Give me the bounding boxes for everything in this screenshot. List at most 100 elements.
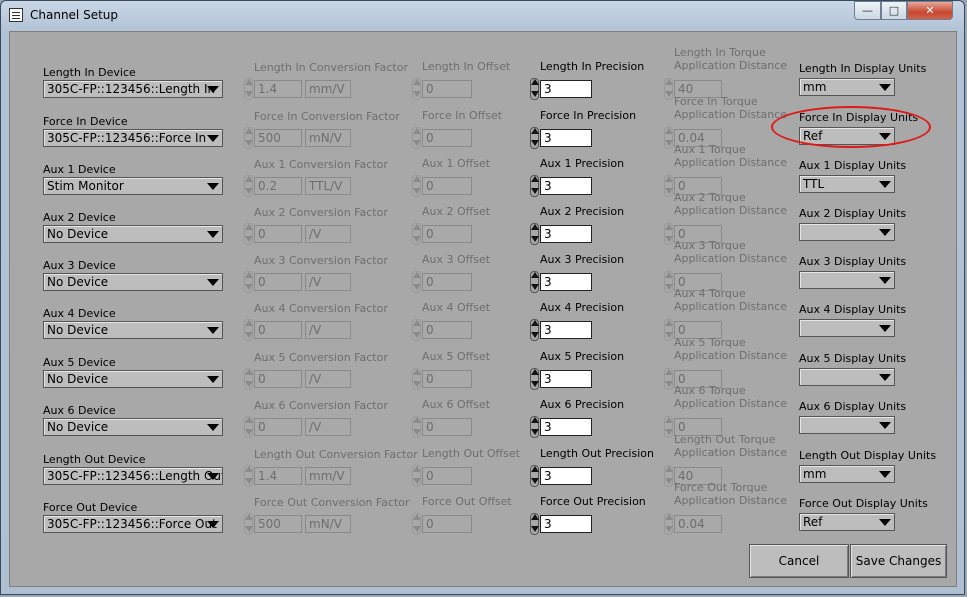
device-dropdown[interactable]: No Device — [43, 321, 223, 339]
spin-up-icon[interactable] — [413, 320, 421, 326]
device-dropdown[interactable]: Stim Monitor — [43, 177, 223, 195]
offset-field[interactable]: 0 — [422, 515, 472, 533]
spinner-arrows[interactable] — [244, 368, 253, 390]
spin-up-icon[interactable] — [245, 320, 253, 326]
spin-down-icon[interactable] — [413, 188, 421, 194]
conversion-factor-field[interactable]: 500 — [254, 129, 302, 147]
spinner-arrows[interactable] — [244, 175, 253, 197]
precision-field[interactable]: 3 — [540, 370, 592, 388]
display-units-dropdown[interactable] — [799, 223, 895, 241]
spinner-arrows[interactable] — [244, 465, 253, 487]
spinner-arrows[interactable] — [664, 78, 673, 100]
title-bar[interactable]: Channel Setup — □ ✕ — [1, 1, 964, 31]
offset-field[interactable]: 0 — [422, 129, 472, 147]
spin-up-icon[interactable] — [413, 79, 421, 85]
spin-up-icon[interactable] — [245, 514, 253, 520]
spin-up-icon[interactable] — [531, 417, 539, 423]
spin-up-icon[interactable] — [531, 514, 539, 520]
spinner-arrows[interactable] — [412, 127, 421, 149]
spin-up-icon[interactable] — [665, 272, 673, 278]
spin-up-icon[interactable] — [245, 128, 253, 134]
spin-down-icon[interactable] — [665, 429, 673, 435]
spin-down-icon[interactable] — [531, 284, 539, 290]
spinner-arrows[interactable] — [412, 513, 421, 535]
spin-down-icon[interactable] — [245, 429, 253, 435]
spinner-arrows[interactable] — [664, 319, 673, 341]
offset-field[interactable]: 0 — [422, 418, 472, 436]
offset-field[interactable]: 0 — [422, 321, 472, 339]
spinner-arrows[interactable] — [244, 78, 253, 100]
precision-field[interactable]: 3 — [540, 321, 592, 339]
spinner-arrows[interactable] — [664, 175, 673, 197]
spin-up-icon[interactable] — [531, 224, 539, 230]
spin-up-icon[interactable] — [531, 176, 539, 182]
precision-field[interactable]: 3 — [540, 225, 592, 243]
device-dropdown[interactable]: No Device — [43, 225, 223, 243]
device-dropdown[interactable]: 305C-FP::123456::Length In — [43, 80, 223, 98]
device-dropdown[interactable]: No Device — [43, 273, 223, 291]
spinner-arrows[interactable] — [244, 513, 253, 535]
spinner-arrows[interactable] — [244, 127, 253, 149]
device-dropdown[interactable]: 305C-FP::123456::Force In — [43, 129, 223, 147]
conversion-factor-field[interactable]: 1.4 — [254, 80, 302, 98]
spinner-arrows[interactable] — [244, 416, 253, 438]
display-units-dropdown[interactable]: Ref — [799, 127, 895, 145]
spin-up-icon[interactable] — [665, 320, 673, 326]
display-units-dropdown[interactable] — [799, 271, 895, 289]
spin-down-icon[interactable] — [665, 478, 673, 484]
conversion-factor-field[interactable]: 0 — [254, 321, 302, 339]
spin-down-icon[interactable] — [531, 478, 539, 484]
spin-up-icon[interactable] — [413, 128, 421, 134]
offset-field[interactable]: 0 — [422, 80, 472, 98]
spinner-arrows[interactable] — [244, 223, 253, 245]
precision-field[interactable]: 3 — [540, 467, 592, 485]
spin-up-icon[interactable] — [665, 369, 673, 375]
spin-down-icon[interactable] — [245, 381, 253, 387]
device-dropdown[interactable]: No Device — [43, 418, 223, 436]
spin-down-icon[interactable] — [531, 332, 539, 338]
spinner-arrows[interactable] — [412, 175, 421, 197]
spin-up-icon[interactable] — [245, 176, 253, 182]
conversion-factor-field[interactable]: 0.2 — [254, 177, 302, 195]
spinner-arrows[interactable] — [412, 465, 421, 487]
spinner-arrows[interactable] — [664, 368, 673, 390]
spin-up-icon[interactable] — [245, 369, 253, 375]
spin-down-icon[interactable] — [531, 429, 539, 435]
display-units-dropdown[interactable]: mm — [799, 465, 895, 483]
spinner-arrows[interactable] — [530, 416, 539, 438]
spin-down-icon[interactable] — [531, 526, 539, 532]
spinner-arrows[interactable] — [664, 416, 673, 438]
spin-down-icon[interactable] — [245, 478, 253, 484]
spinner-arrows[interactable] — [664, 465, 673, 487]
spin-down-icon[interactable] — [665, 381, 673, 387]
spinner-arrows[interactable] — [530, 465, 539, 487]
spin-up-icon[interactable] — [531, 320, 539, 326]
spin-down-icon[interactable] — [413, 284, 421, 290]
spin-up-icon[interactable] — [245, 224, 253, 230]
display-units-dropdown[interactable] — [799, 368, 895, 386]
spinner-arrows[interactable] — [244, 271, 253, 293]
offset-field[interactable]: 0 — [422, 467, 472, 485]
precision-field[interactable]: 3 — [540, 273, 592, 291]
spinner-arrows[interactable] — [412, 368, 421, 390]
precision-field[interactable]: 3 — [540, 80, 592, 98]
device-dropdown[interactable]: 305C-FP::123456::Force Out — [43, 515, 223, 533]
spin-up-icon[interactable] — [413, 466, 421, 472]
spin-up-icon[interactable] — [413, 514, 421, 520]
minimize-button[interactable]: — — [854, 1, 881, 20]
spin-down-icon[interactable] — [531, 140, 539, 146]
display-units-dropdown[interactable]: mm — [799, 78, 895, 96]
spinner-arrows[interactable] — [530, 223, 539, 245]
save-changes-button[interactable]: Save Changes — [850, 544, 947, 578]
spinner-arrows[interactable] — [664, 127, 673, 149]
spin-down-icon[interactable] — [245, 284, 253, 290]
precision-field[interactable]: 3 — [540, 129, 592, 147]
conversion-factor-field[interactable]: 0 — [254, 418, 302, 436]
spin-down-icon[interactable] — [245, 140, 253, 146]
offset-field[interactable]: 0 — [422, 177, 472, 195]
spinner-arrows[interactable] — [412, 319, 421, 341]
spinner-arrows[interactable] — [664, 223, 673, 245]
conversion-factor-field[interactable]: 0 — [254, 370, 302, 388]
spin-down-icon[interactable] — [665, 284, 673, 290]
precision-field[interactable]: 3 — [540, 515, 592, 533]
